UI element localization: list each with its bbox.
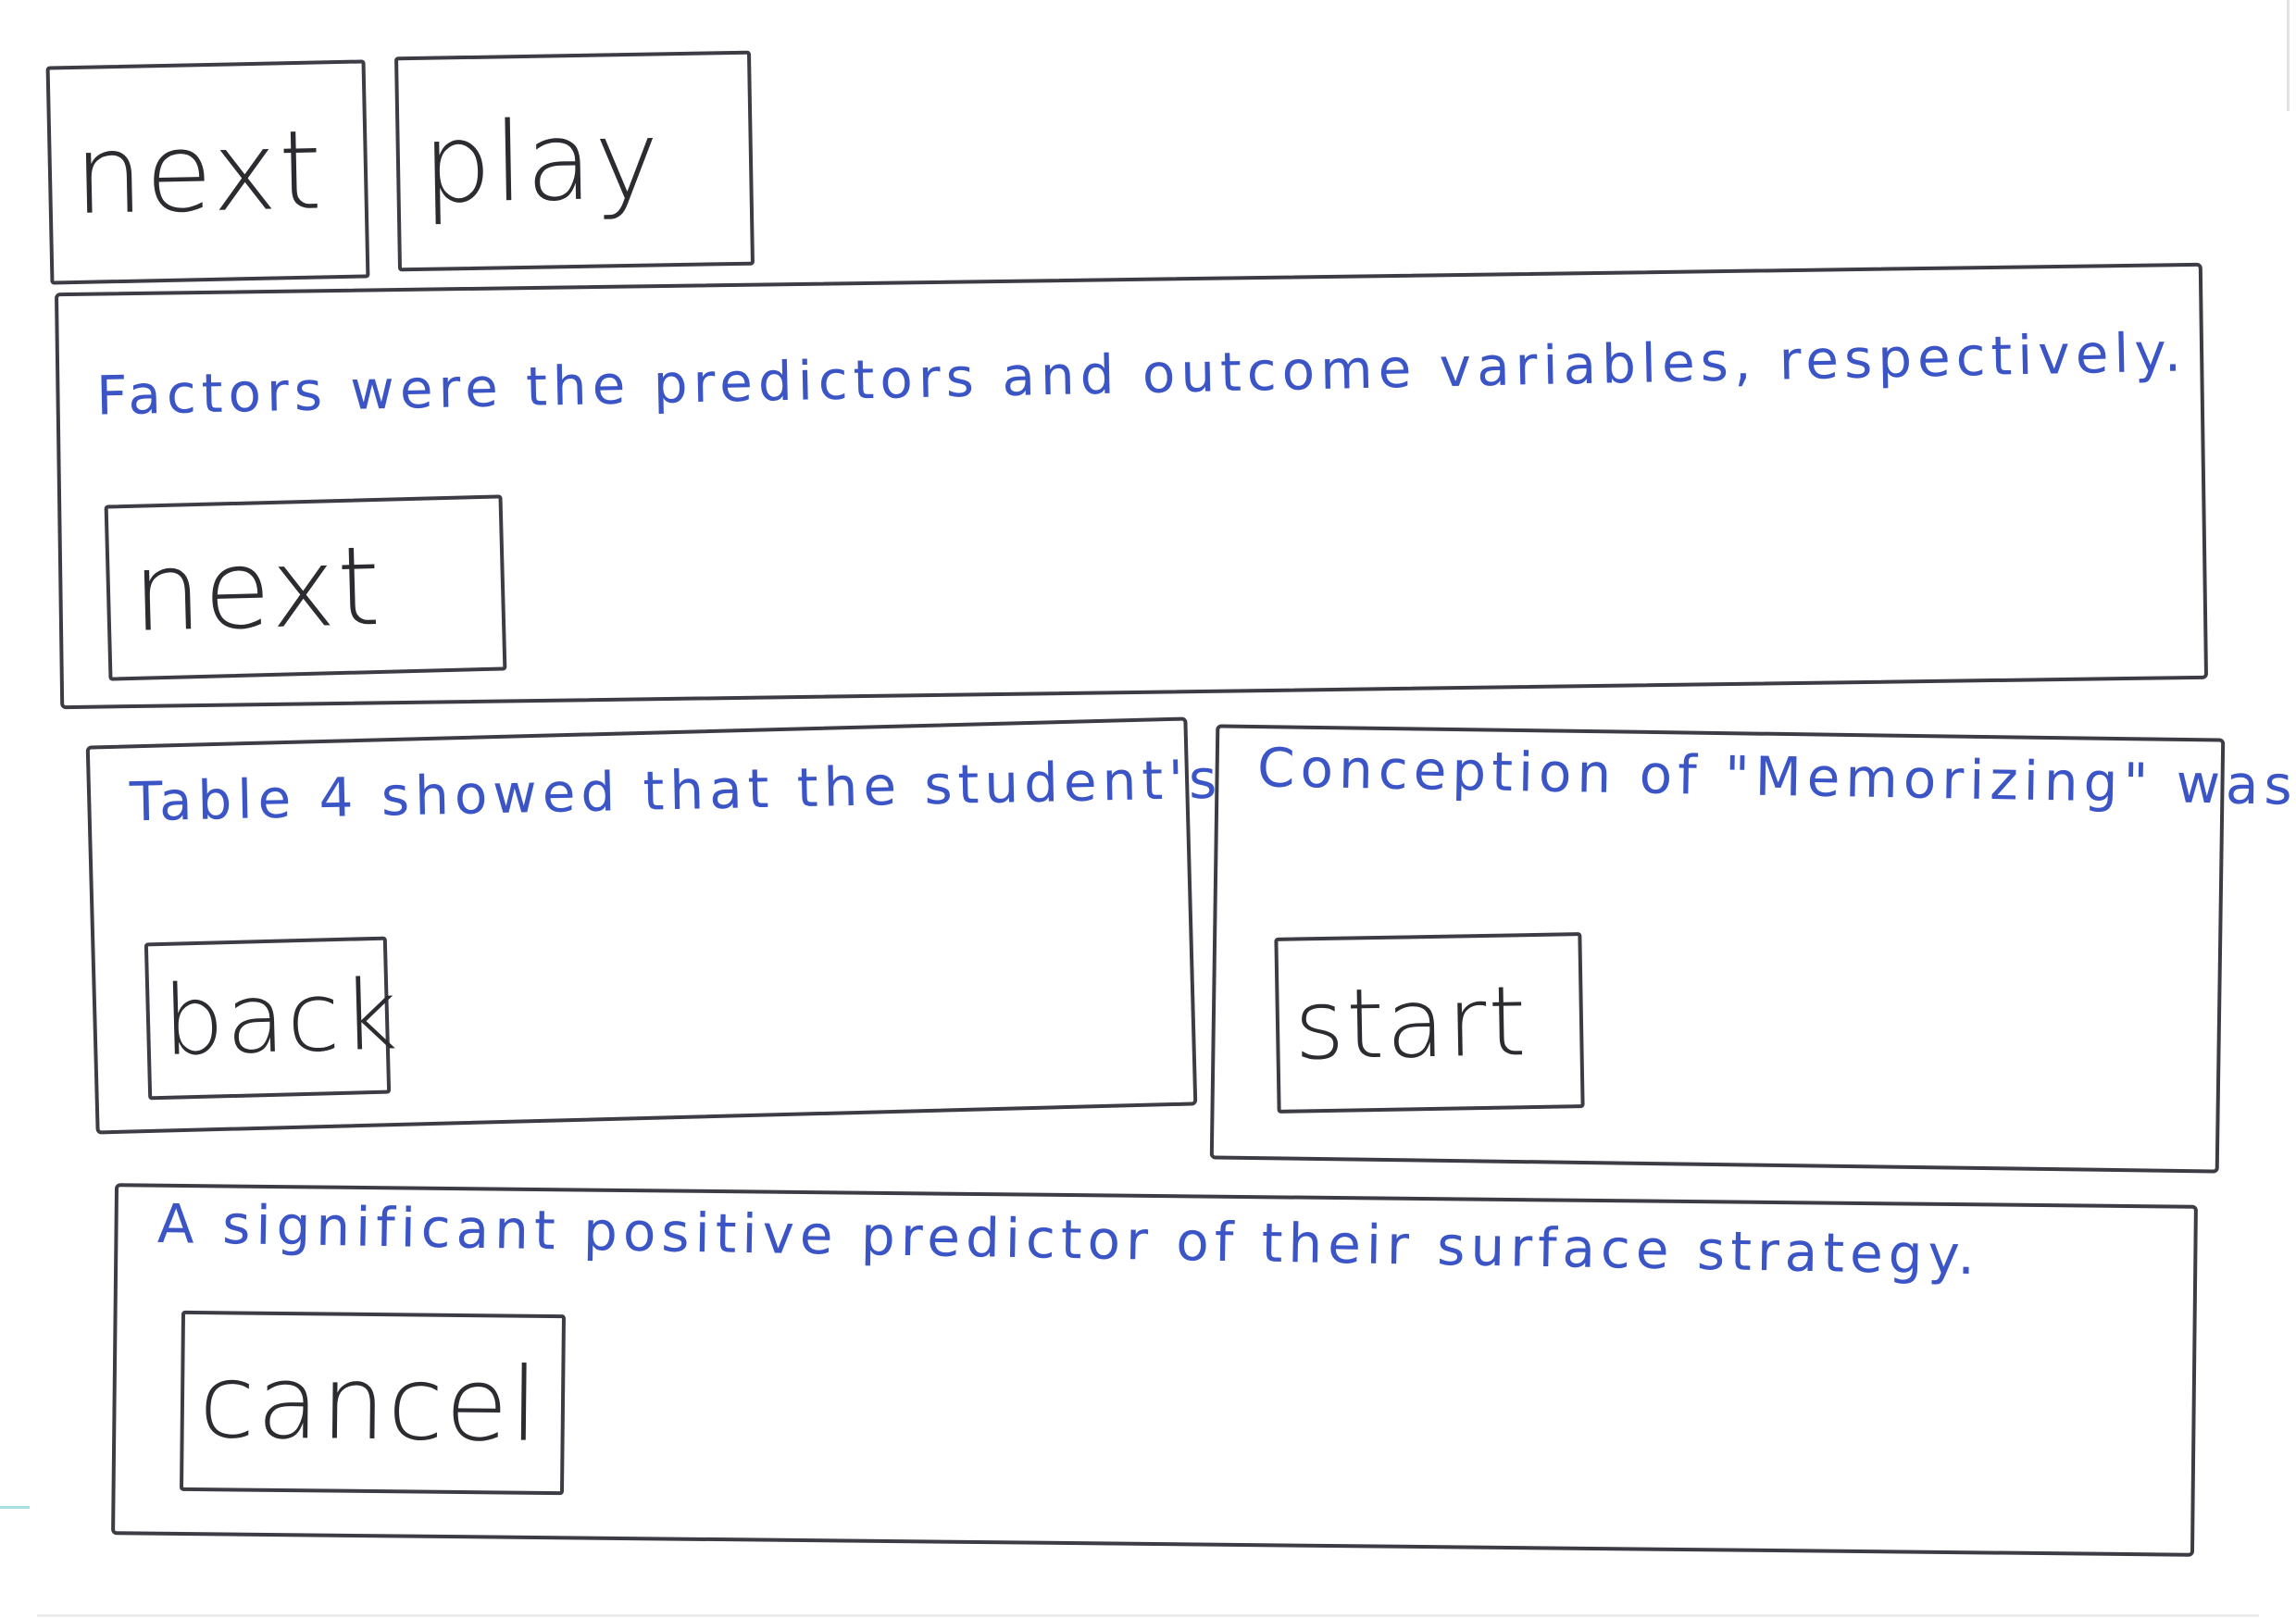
scan-edge-right bbox=[2287, 0, 2290, 111]
cancel-button[interactable]: cancel bbox=[179, 1310, 567, 1496]
sketch-page: { "top_bar": { "next_label": "next", "pl… bbox=[0, 0, 2296, 1618]
scan-mark bbox=[0, 1506, 30, 1509]
next-button-top[interactable]: next bbox=[45, 59, 370, 285]
next-button-panel[interactable]: next bbox=[104, 494, 507, 681]
play-button[interactable]: play bbox=[394, 50, 755, 272]
start-button[interactable]: start bbox=[1274, 932, 1585, 1114]
scan-edge-bottom bbox=[37, 1614, 2259, 1617]
back-button[interactable]: back bbox=[144, 936, 401, 1101]
